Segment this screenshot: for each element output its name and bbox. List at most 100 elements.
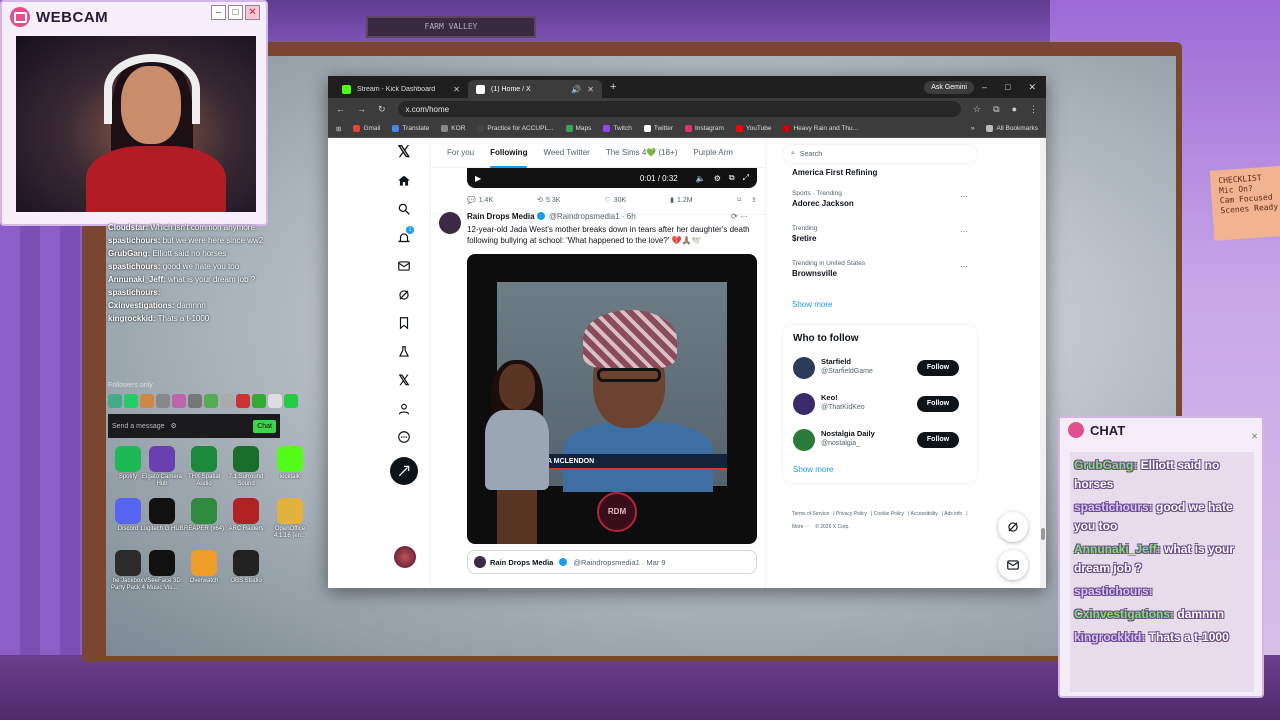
trend-more-icon[interactable]: ··· [960,262,968,271]
menu-kebab-icon[interactable]: ⋮ [1029,104,1038,115]
maximize-button[interactable]: □ [228,5,243,20]
trend-more-icon[interactable]: ··· [960,227,968,236]
fullscreen-icon[interactable]: ⤢ [743,173,749,183]
bookmark-item[interactable]: Gmail [353,125,380,132]
trend-item[interactable]: Trending $retire ··· [792,225,978,243]
quoted-post[interactable]: Rain Drops Media @Raindropsmedia1 · Mar … [467,550,757,574]
trend-item[interactable]: Sports · Trending Adorec Jackson ··· [792,190,978,208]
search-icon[interactable] [390,195,418,223]
follow-button[interactable]: Follow [917,396,959,412]
close-button[interactable]: ✕ [245,5,260,20]
back-icon[interactable]: ← [336,104,345,114]
chat-username[interactable]: Cloudstar: [108,223,148,232]
chat-username[interactable]: kingrockkid: [108,314,156,323]
chat-username[interactable]: Cxinvestigations: [108,301,175,310]
emote-icon[interactable] [108,394,122,408]
premium-x-icon[interactable]: 𝕏 [390,366,418,394]
tab-x-home[interactable]: (1) Home / X 🔊 ✕ [468,80,602,98]
bookmark-item[interactable]: Translate [392,125,429,132]
speaker-icon[interactable]: 🔊 [571,85,581,94]
emote-icon[interactable] [188,394,202,408]
post-author-name[interactable]: Rain Drops Media [467,212,535,221]
chat-username[interactable]: Cxinvestigations: [1074,607,1174,621]
desktop-shortcut[interactable]: VSeeFace 3D Music Vis... [140,550,184,592]
messages-float-button[interactable] [998,550,1028,580]
compose-post-button[interactable] [390,457,418,485]
follow-suggestion[interactable]: Nostalgia Daily @nostalgia_ Follow [793,427,973,453]
home-icon[interactable] [390,167,418,195]
chat-username[interactable]: spastichours: [108,288,160,297]
bookmark-item[interactable]: Maps [565,125,591,132]
chat-close-icon[interactable]: ✕ [1251,432,1258,441]
more-circle-icon[interactable] [390,423,418,451]
like-button[interactable]: ♡ 30K [604,196,626,205]
url-bar[interactable]: x.com/home [397,101,962,117]
emote-icon[interactable] [220,394,234,408]
grok-icon[interactable] [390,281,418,309]
tab-kick-dashboard[interactable]: Stream - Kick Dashboard ✕ [334,80,468,98]
follow-show-more-link[interactable]: Show more [793,465,833,474]
url-text[interactable]: x.com/home [406,105,450,114]
bookmark-item[interactable]: Heavy Rain and Thu... [783,125,858,132]
footer-link[interactable]: Accessibility [910,511,937,517]
profile-person-icon[interactable] [390,395,418,423]
minimize-icon[interactable]: – [982,82,987,93]
desktop-shortcut[interactable]: kicktalk [268,446,312,481]
follow-button[interactable]: Follow [917,360,959,376]
footer-link[interactable]: More ··· [792,524,810,530]
desktop-shortcut[interactable]: THX Spatial Audio [182,446,226,488]
views-button[interactable]: ▮ 1.2M [670,196,692,205]
desktop-shortcut[interactable]: Overwatch [182,550,226,585]
bookmark-item[interactable]: Instagram [684,125,724,132]
reply-button[interactable]: 💬 1.4K [467,196,493,205]
emote-icon[interactable] [284,394,298,408]
bookmark-item[interactable]: KOR [441,125,465,132]
follow-suggestion[interactable]: Starfield @StarfieldGame Follow [793,355,973,381]
settings-icon[interactable]: ⚙ [714,174,721,183]
bookmark-item[interactable]: YouTube [735,125,771,132]
chat-username[interactable]: GrubGang: [1074,458,1137,472]
tab-weed-twitter[interactable]: Weed Twitter [535,138,597,168]
minimize-button[interactable]: – [211,5,226,20]
desktop-shortcut[interactable]: OpenOffice 4.1.16 (en... [268,498,312,540]
trends-show-more-link[interactable]: Show more [792,300,832,309]
footer-link[interactable]: Terms of Service [792,511,829,517]
emote-icon[interactable] [172,394,186,408]
emote-icon[interactable] [236,394,250,408]
trend-item[interactable]: America First Refining [792,166,978,177]
reload-icon[interactable]: ↻ [378,104,386,115]
search-input[interactable]: ⌕ Search [782,144,978,164]
pip-icon[interactable]: ⧉ [729,173,735,183]
extensions-icon[interactable]: ⧉ [993,104,999,115]
x-logo-icon[interactable]: 𝕏 [390,138,418,166]
bookmark-icon[interactable]: ⌑ [738,196,742,204]
ask-gemini-button[interactable]: Ask Gemini [924,80,974,94]
desktop-shortcut[interactable]: Logitech G HUB [140,498,184,533]
desktop-shortcut[interactable]: OBS Studio [224,550,268,585]
follow-suggestion[interactable]: Keo! @ThatKidKeo Follow [793,391,973,417]
close-icon[interactable]: ✕ [1028,82,1036,93]
desktop-shortcut[interactable]: 7.1 Surround Sound [224,446,268,488]
footer-link[interactable]: Privacy Policy [836,511,867,517]
bookmark-item[interactable]: Practice for ACCUPL... [477,125,554,132]
send-message-placeholder[interactable]: Send a message [112,423,165,430]
trend-more-icon[interactable]: ··· [960,192,968,201]
post-media-image[interactable]: A MCLENDON RDM [467,254,757,544]
tab-following[interactable]: Following [482,138,535,168]
volume-icon[interactable]: 🔈 [696,174,706,183]
tab-the-sims[interactable]: The Sims 4💚 (18+) [598,138,686,168]
tab-purple-arm[interactable]: Purple Arm [685,138,741,168]
send-message-box[interactable]: Send a message ⚙ Chat [108,414,280,438]
page-scrollbar[interactable] [1040,138,1046,588]
chat-username[interactable]: Annunaki_Jeff: [1074,542,1161,556]
new-tab-button[interactable]: + [610,81,616,93]
jobs-icon[interactable] [390,338,418,366]
post-more-icon[interactable]: ⟳ ··· [731,212,748,221]
share-icon[interactable]: ⇪ [751,196,757,204]
star-icon[interactable]: ☆ [973,104,981,115]
chat-username[interactable]: spastichours: [108,236,160,245]
tab-close-icon[interactable]: ✕ [587,85,594,94]
footer-link[interactable]: Cookie Policy [874,511,904,517]
chat-username[interactable]: Annunaki_Jeff: [108,275,166,284]
chat-send-button[interactable]: Chat [253,419,276,433]
